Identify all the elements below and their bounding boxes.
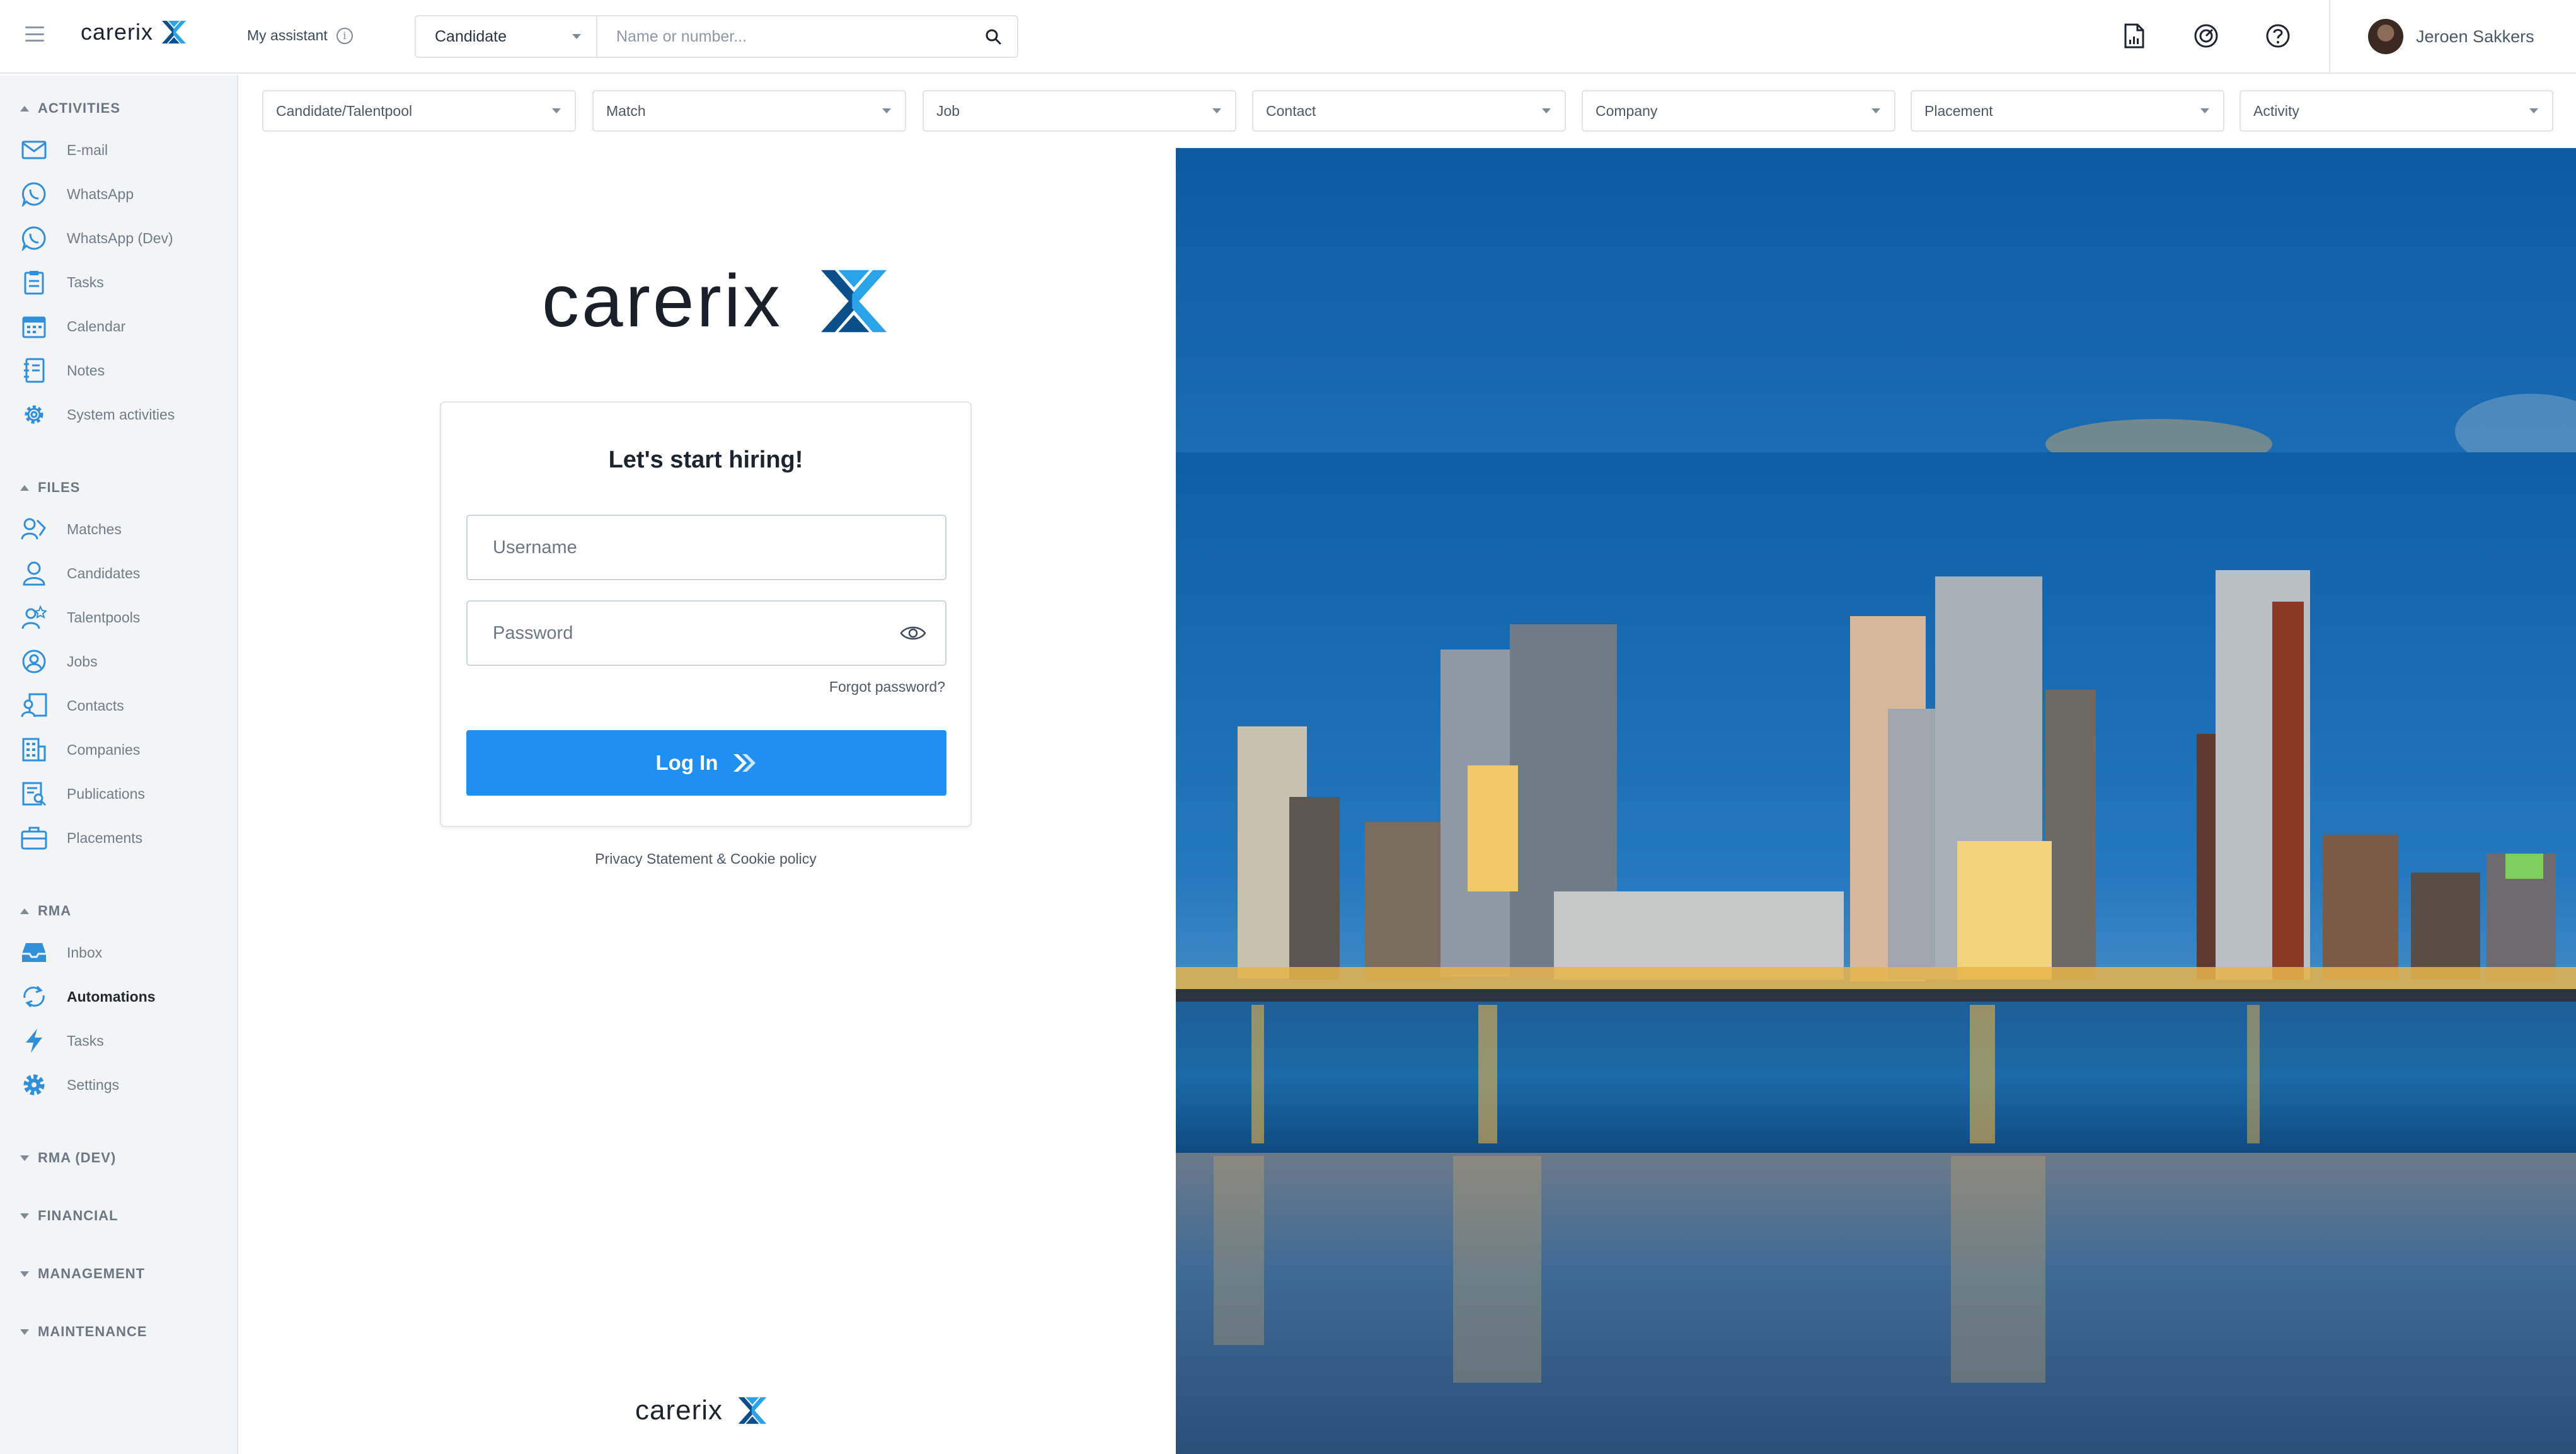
- sidebar-item-whatsapp[interactable]: WhatsApp: [20, 180, 134, 208]
- top-icons: [2117, 19, 2295, 53]
- city-skyline-image: [1176, 148, 2576, 1454]
- carerix-x-icon: [162, 21, 187, 43]
- sidebar-item-candidates[interactable]: Candidates: [20, 559, 140, 587]
- divider: [2329, 0, 2330, 74]
- search-input[interactable]: Name or number...: [597, 16, 1017, 57]
- collapse-icon: [20, 484, 29, 491]
- sidebar-item-automations[interactable]: Automations: [20, 983, 156, 1010]
- person-icon: [20, 559, 48, 587]
- expand-icon: [20, 1329, 29, 1335]
- password-field[interactable]: Password: [466, 600, 946, 666]
- eye-icon[interactable]: [900, 624, 926, 642]
- sidebar-item-jobs[interactable]: Jobs: [20, 648, 98, 675]
- section-rma-dev[interactable]: RMA (DEV): [20, 1150, 116, 1166]
- sidebar-item-companies[interactable]: Companies: [20, 736, 140, 764]
- chevron-down-icon: [882, 108, 891, 113]
- notebook-icon: [20, 357, 48, 384]
- search-type-select[interactable]: Candidate: [416, 16, 597, 57]
- sidebar-item-notes[interactable]: Notes: [20, 357, 105, 384]
- user-menu[interactable]: Jeroen Sakkers: [2368, 19, 2534, 54]
- sidebar-item-contacts[interactable]: Contacts: [20, 692, 124, 719]
- calendar-icon: [20, 312, 48, 340]
- menu-icon[interactable]: [25, 26, 44, 42]
- carerix-x-icon: [738, 1397, 767, 1424]
- collapse-icon: [20, 105, 29, 112]
- talentpool-icon: [20, 604, 48, 631]
- report-icon[interactable]: [2117, 19, 2151, 53]
- avatar[interactable]: [2368, 19, 2403, 54]
- login-title: Let's start hiring!: [608, 447, 803, 473]
- sidebar-item-email[interactable]: E-mail: [20, 136, 108, 164]
- sidebar-item-placements[interactable]: Placements: [20, 824, 142, 852]
- gear-icon: [20, 401, 48, 428]
- login-card: Let's start hiring! Username Password Fo…: [440, 401, 972, 827]
- section-activities[interactable]: ACTIVITIES: [20, 100, 120, 117]
- expand-icon: [20, 1213, 29, 1219]
- chevron-down-icon: [1212, 108, 1221, 113]
- section-rma[interactable]: RMA: [20, 903, 71, 919]
- sidebar-item-talentpools[interactable]: Talentpools: [20, 604, 140, 631]
- expand-icon: [20, 1271, 29, 1277]
- clipboard-icon: [20, 268, 48, 296]
- chevron-down-icon: [2529, 108, 2538, 113]
- sidebar-item-inbox[interactable]: Inbox: [20, 939, 102, 966]
- automation-icon: [20, 983, 48, 1010]
- sidebar-item-whatsapp-dev[interactable]: WhatsApp (Dev): [20, 224, 173, 252]
- filter-job[interactable]: Job: [923, 90, 1236, 132]
- chevron-down-icon: [1872, 108, 1880, 113]
- gear-icon: [20, 1071, 48, 1099]
- chevron-down-icon: [1542, 108, 1551, 113]
- global-search: Candidate Name or number...: [415, 15, 1018, 58]
- sidebar-item-settings[interactable]: Settings: [20, 1071, 119, 1099]
- top-bar: carerix My assistant i Candidate Name or…: [0, 0, 2576, 74]
- dashboard-icon[interactable]: [2189, 19, 2223, 53]
- chevron-down-icon: [572, 34, 581, 39]
- briefcase-icon: [20, 824, 48, 852]
- sidebar-item-rma-tasks[interactable]: Tasks: [20, 1027, 104, 1055]
- section-financial[interactable]: FINANCIAL: [20, 1208, 118, 1224]
- publication-icon: [20, 780, 48, 808]
- chevron-down-icon: [552, 108, 561, 113]
- carerix-x-icon: [821, 270, 887, 333]
- jobs-icon: [20, 648, 48, 675]
- filter-placement[interactable]: Placement: [1911, 90, 2224, 132]
- carerix-logo[interactable]: carerix: [81, 19, 188, 45]
- sidebar-item-publications[interactable]: Publications: [20, 780, 145, 808]
- expand-icon: [20, 1155, 29, 1161]
- login-button[interactable]: Log In: [466, 730, 946, 796]
- inbox-icon: [20, 939, 48, 966]
- sidebar-item-matches[interactable]: Matches: [20, 515, 122, 543]
- whatsapp-icon: [20, 224, 48, 252]
- building-icon: [20, 736, 48, 764]
- login-logo: carerix: [542, 258, 894, 344]
- privacy-link[interactable]: Privacy Statement & Cookie policy: [440, 850, 972, 867]
- filter-match[interactable]: Match: [592, 90, 906, 132]
- filter-company[interactable]: Company: [1582, 90, 1895, 132]
- section-maintenance[interactable]: MAINTENANCE: [20, 1324, 147, 1340]
- footer-logo: carerix: [635, 1395, 769, 1426]
- help-icon[interactable]: [2261, 19, 2295, 53]
- filter-activity[interactable]: Activity: [2240, 90, 2553, 132]
- filter-candidate-talentpool[interactable]: Candidate/Talentpool: [262, 90, 576, 132]
- username-field[interactable]: Username: [466, 515, 946, 580]
- whatsapp-icon: [20, 180, 48, 208]
- section-management[interactable]: MANAGEMENT: [20, 1266, 145, 1282]
- collapse-icon: [20, 908, 29, 914]
- info-icon[interactable]: i: [336, 27, 353, 44]
- section-files[interactable]: FILES: [20, 479, 80, 496]
- sidebar: ACTIVITIES E-mail WhatsApp WhatsApp (Dev…: [0, 75, 238, 1454]
- search-icon[interactable]: [984, 28, 1002, 45]
- double-chevron-right-icon: [733, 754, 756, 772]
- my-assistant-link[interactable]: My assistant i: [247, 27, 353, 44]
- filter-contact[interactable]: Contact: [1252, 90, 1566, 132]
- sidebar-item-calendar[interactable]: Calendar: [20, 312, 125, 340]
- sidebar-item-tasks[interactable]: Tasks: [20, 268, 104, 296]
- mail-icon: [20, 136, 48, 164]
- lightning-icon: [20, 1027, 48, 1055]
- contacts-icon: [20, 692, 48, 719]
- matches-icon: [20, 515, 48, 543]
- sidebar-item-system-activities[interactable]: System activities: [20, 401, 175, 428]
- forgot-password-link[interactable]: Forgot password?: [829, 678, 945, 696]
- chevron-down-icon: [2200, 108, 2209, 113]
